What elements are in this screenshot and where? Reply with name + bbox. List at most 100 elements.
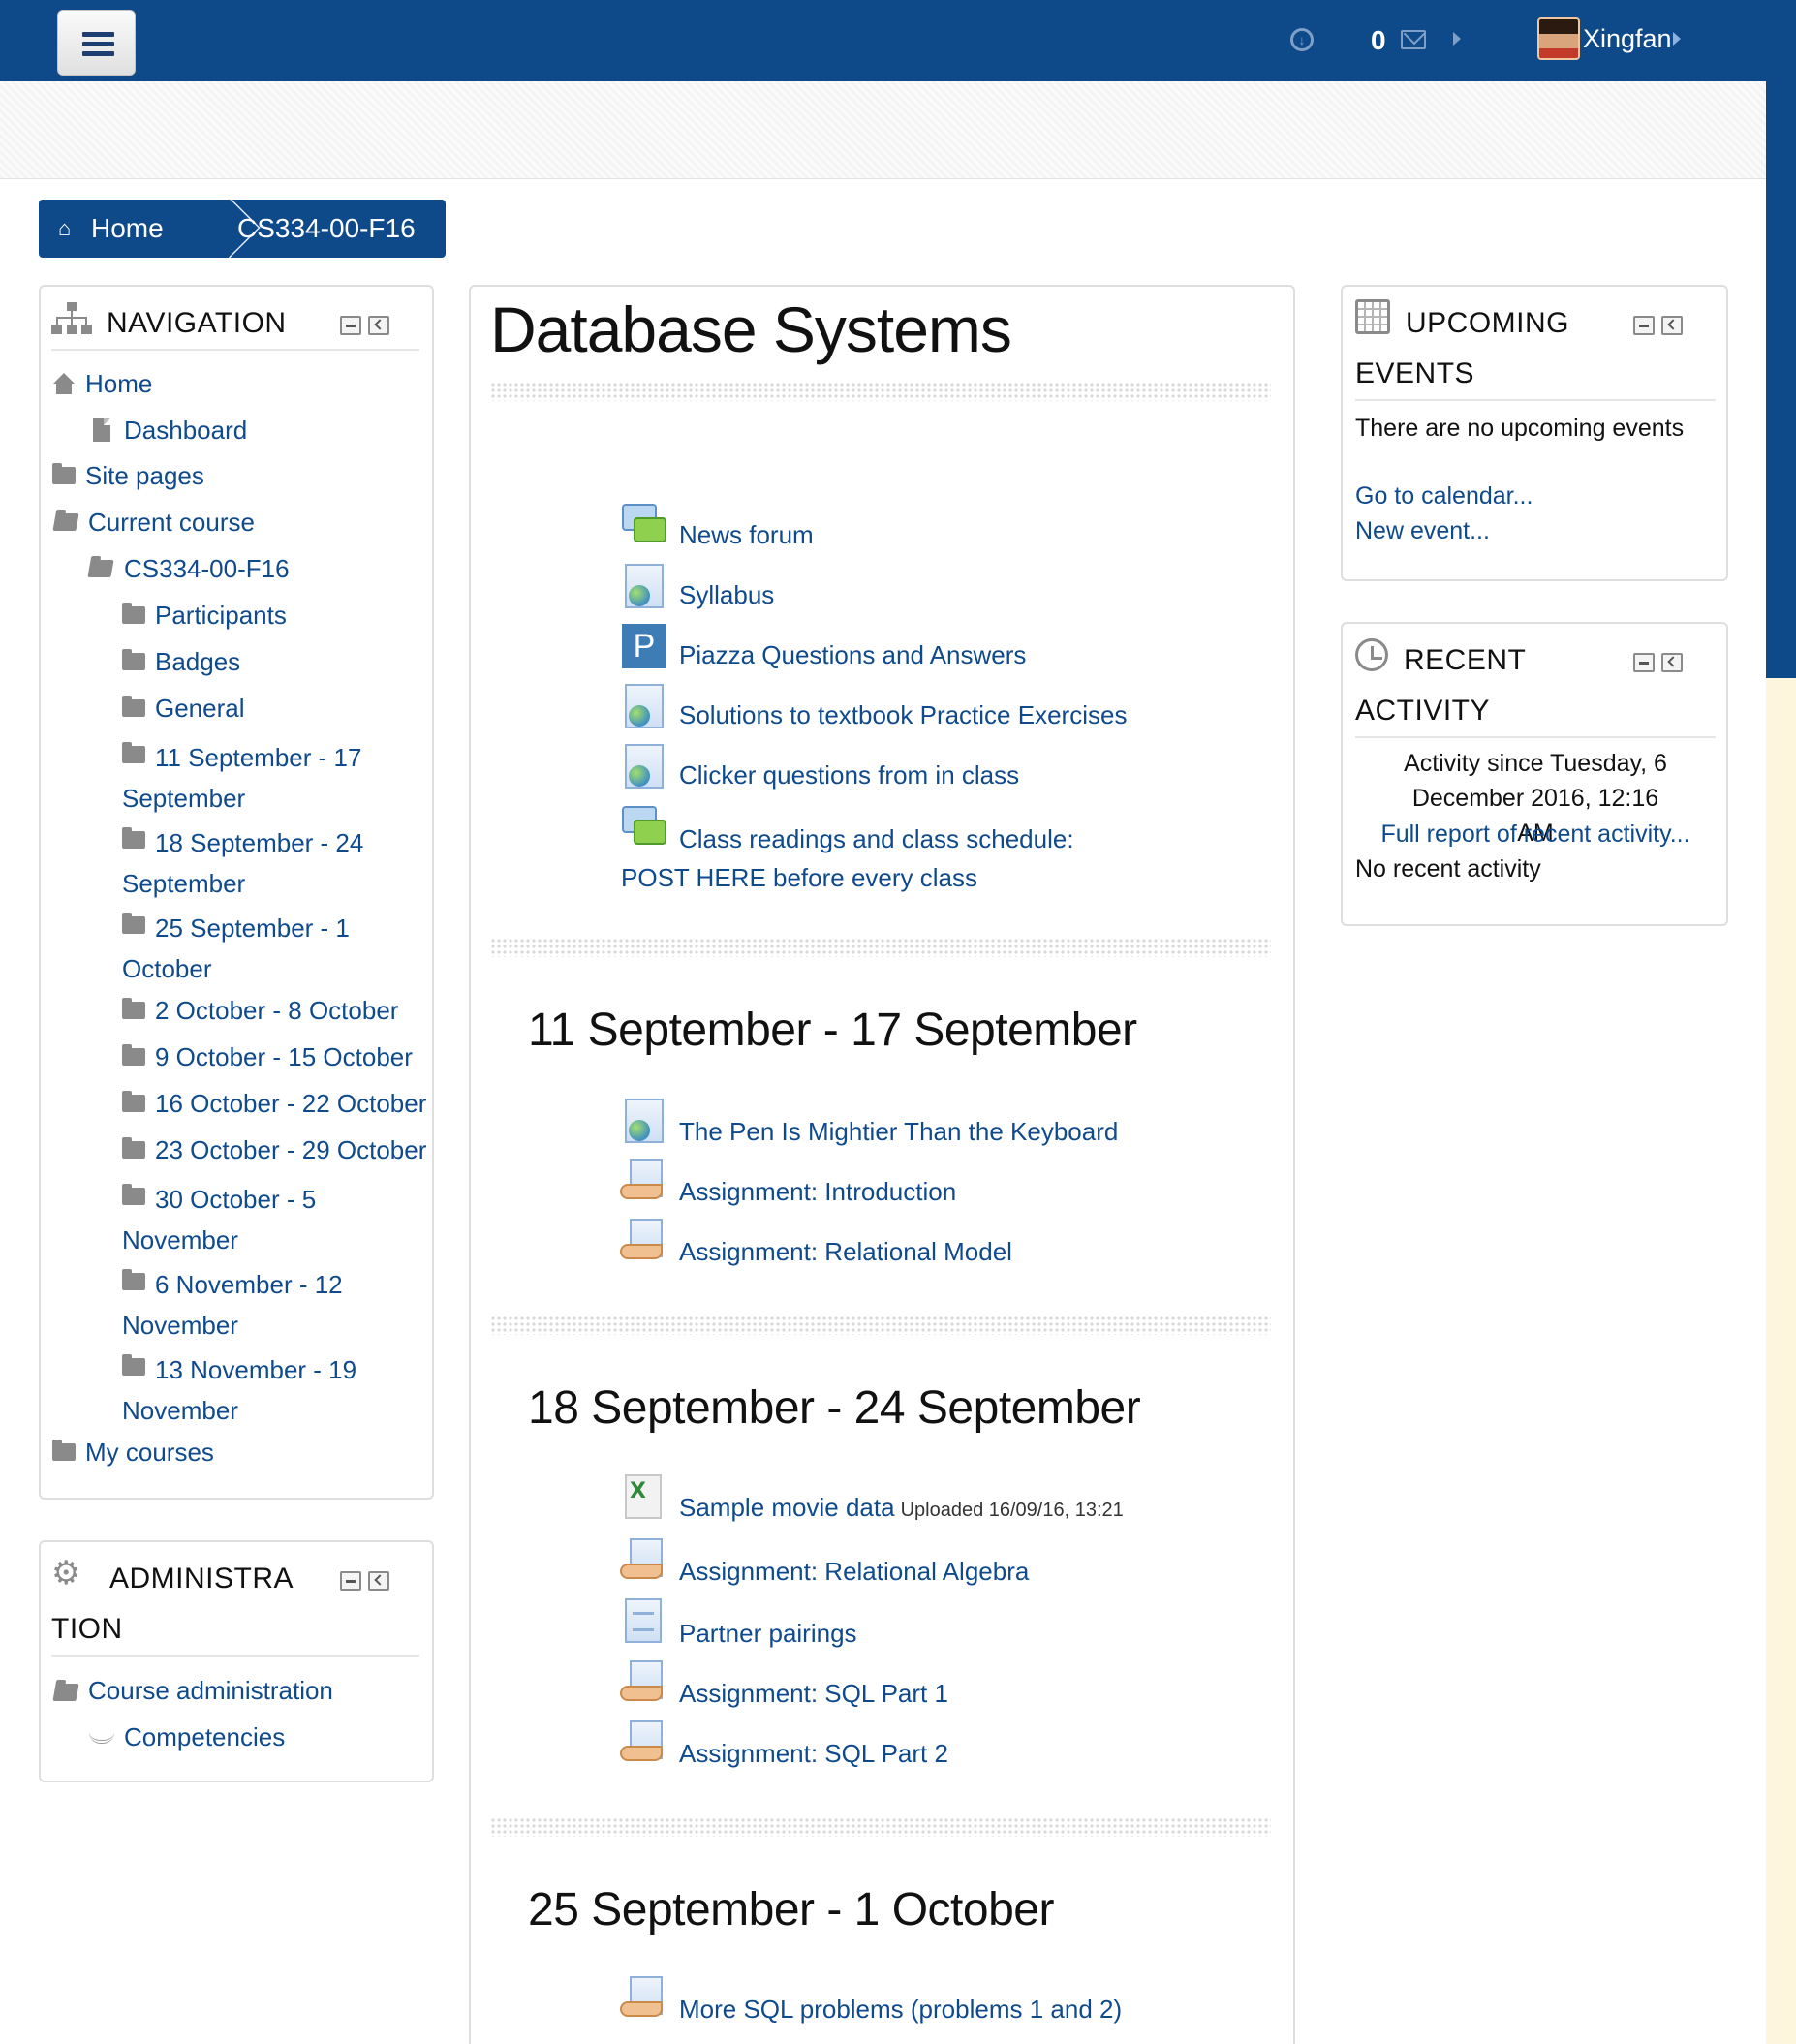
nav-week-9[interactable]: 6 November - 12 November	[122, 1264, 374, 1346]
nav-competencies[interactable]: Competencies	[124, 1719, 285, 1754]
piazza-icon: P	[620, 624, 668, 672]
dock-block-button[interactable]	[368, 1571, 389, 1591]
folder-icon	[122, 1091, 145, 1112]
dock-block-button[interactable]	[1661, 653, 1683, 672]
activity-assignment-introduction[interactable]: Assignment: Introduction	[679, 1174, 956, 1209]
folder-icon	[122, 603, 145, 624]
page-icon	[620, 1598, 668, 1647]
activity-assignment-relational-algebra[interactable]: Assignment: Relational Algebra	[679, 1554, 1029, 1589]
no-recent-activity-text: No recent activity	[1355, 855, 1541, 883]
message-count[interactable]: 0	[1371, 21, 1386, 60]
breadcrumb-course-link[interactable]: CS334-00-F16	[237, 209, 416, 248]
nav-dashboard[interactable]: Dashboard	[124, 413, 247, 448]
nav-week-1[interactable]: 11 September - 17 September	[122, 737, 374, 819]
url-icon	[620, 1099, 668, 1147]
nav-general[interactable]: General	[155, 691, 245, 726]
url-icon	[620, 564, 668, 612]
block-divider	[51, 1655, 419, 1657]
activity-class-readings[interactable]: Class readings and class schedule: POST …	[621, 820, 1144, 897]
breadcrumb: ⌂ Home CS334-00-F16	[39, 200, 446, 258]
activity-sample-movie-data[interactable]: Sample movie data Uploaded 16/09/16, 13:2…	[679, 1490, 1124, 1528]
menu-bar-icon	[82, 32, 114, 37]
section-divider	[490, 1316, 1271, 1335]
nav-participants[interactable]: Participants	[155, 598, 287, 633]
new-event-link[interactable]: New event...	[1355, 513, 1490, 548]
dock-block-button[interactable]	[368, 316, 389, 335]
hamburger-menu-button[interactable]	[57, 10, 136, 76]
forum-icon	[620, 502, 668, 550]
folder-open-icon	[87, 560, 114, 577]
mail-icon[interactable]	[1401, 30, 1426, 49]
activity-assignment-sql-part-2[interactable]: Assignment: SQL Part 2	[679, 1736, 948, 1771]
folder-icon	[122, 1044, 145, 1066]
home-icon: ⌂	[58, 216, 72, 240]
nav-course-administration[interactable]: Course administration	[88, 1673, 333, 1708]
breadcrumb-home-link[interactable]: Home	[91, 209, 164, 248]
nav-site-pages[interactable]: Site pages	[85, 458, 204, 493]
section-heading: 25 September - 1 October	[528, 1884, 1054, 1936]
block-divider	[1355, 399, 1716, 401]
download-icon[interactable]: ↓	[1290, 28, 1314, 51]
folder-icon	[122, 1137, 145, 1159]
assignment-icon	[620, 1720, 668, 1769]
nav-current-course[interactable]: Current course	[88, 505, 255, 540]
nav-week-6[interactable]: 16 October - 22 October	[155, 1086, 426, 1121]
assignment-icon	[620, 1660, 668, 1709]
activity-pen-mightier[interactable]: The Pen Is Mightier Than the Keyboard	[679, 1114, 1118, 1149]
minimize-block-button[interactable]	[1633, 316, 1655, 335]
dock-block-button[interactable]	[1661, 316, 1683, 335]
nav-week-8[interactable]: 30 October - 5 November	[122, 1179, 374, 1260]
caret-right-icon[interactable]	[1453, 32, 1461, 46]
activity-more-sql-problems[interactable]: More SQL problems (problems 1 and 2)	[679, 1992, 1122, 2027]
section-heading: 11 September - 17 September	[528, 1005, 1137, 1056]
nav-week-5[interactable]: 9 October - 15 October	[155, 1039, 413, 1074]
activity-assignment-sql-part-1[interactable]: Assignment: SQL Part 1	[679, 1676, 948, 1711]
sitemap-icon	[51, 302, 92, 334]
nav-home[interactable]: Home	[85, 366, 152, 401]
url-icon	[620, 684, 668, 732]
nav-badges[interactable]: Badges	[155, 644, 240, 679]
section-divider	[490, 382, 1271, 401]
folder-icon	[122, 998, 145, 1019]
nav-week-2[interactable]: 18 September - 24 September	[122, 822, 374, 904]
avatar[interactable]	[1537, 17, 1580, 60]
administration-title: ADMINISTRATION	[51, 1563, 294, 1645]
file-link-label[interactable]: Sample movie data	[679, 1493, 895, 1522]
assignment-icon	[620, 1219, 668, 1267]
go-to-calendar-link[interactable]: Go to calendar...	[1355, 479, 1533, 513]
page-title: Database Systems	[490, 294, 1012, 365]
minimize-block-button[interactable]	[340, 316, 361, 335]
activity-clicker[interactable]: Clicker questions from in class	[679, 758, 1019, 792]
upcoming-events-title: UPCOMING EVENTS	[1355, 307, 1569, 389]
user-menu[interactable]: Xingfan	[1583, 19, 1672, 58]
activity-news-forum[interactable]: News forum	[679, 517, 814, 552]
folder-icon	[122, 649, 145, 670]
scroll-strip-lower	[1766, 678, 1796, 2044]
block-divider	[1355, 736, 1716, 738]
page-icon	[93, 418, 110, 442]
minimize-block-button[interactable]	[1633, 653, 1655, 672]
section-divider	[490, 938, 1271, 957]
recent-activity-title: RECENT ACTIVITY	[1355, 644, 1526, 727]
assignment-icon	[620, 1159, 668, 1207]
page-header-band	[0, 81, 1766, 179]
nav-my-courses[interactable]: My courses	[85, 1435, 214, 1470]
spreadsheet-icon	[620, 1474, 668, 1523]
full-report-link[interactable]: Full report of recent activity...	[1355, 817, 1716, 852]
nav-week-4[interactable]: 2 October - 8 October	[155, 993, 398, 1028]
url-icon	[620, 744, 668, 792]
activity-solutions[interactable]: Solutions to textbook Practice Exercises	[679, 697, 1127, 732]
folder-open-icon	[52, 513, 79, 531]
nav-week-3[interactable]: 25 September - 1 October	[122, 908, 374, 989]
activity-syllabus[interactable]: Syllabus	[679, 577, 774, 612]
nav-week-7[interactable]: 23 October - 29 October	[155, 1132, 426, 1167]
nav-week-10[interactable]: 13 November - 19 November	[122, 1349, 374, 1431]
activity-assignment-relational-model[interactable]: Assignment: Relational Model	[679, 1234, 1012, 1269]
section-heading: 18 September - 24 September	[528, 1382, 1141, 1434]
minimize-block-button[interactable]	[340, 1571, 361, 1591]
activity-partner-pairings[interactable]: Partner pairings	[679, 1616, 857, 1651]
activity-piazza[interactable]: Piazza Questions and Answers	[679, 637, 1026, 672]
user-caret-icon[interactable]	[1673, 32, 1681, 46]
assignment-icon	[620, 1976, 668, 2025]
nav-course[interactable]: CS334-00-F16	[124, 551, 290, 586]
